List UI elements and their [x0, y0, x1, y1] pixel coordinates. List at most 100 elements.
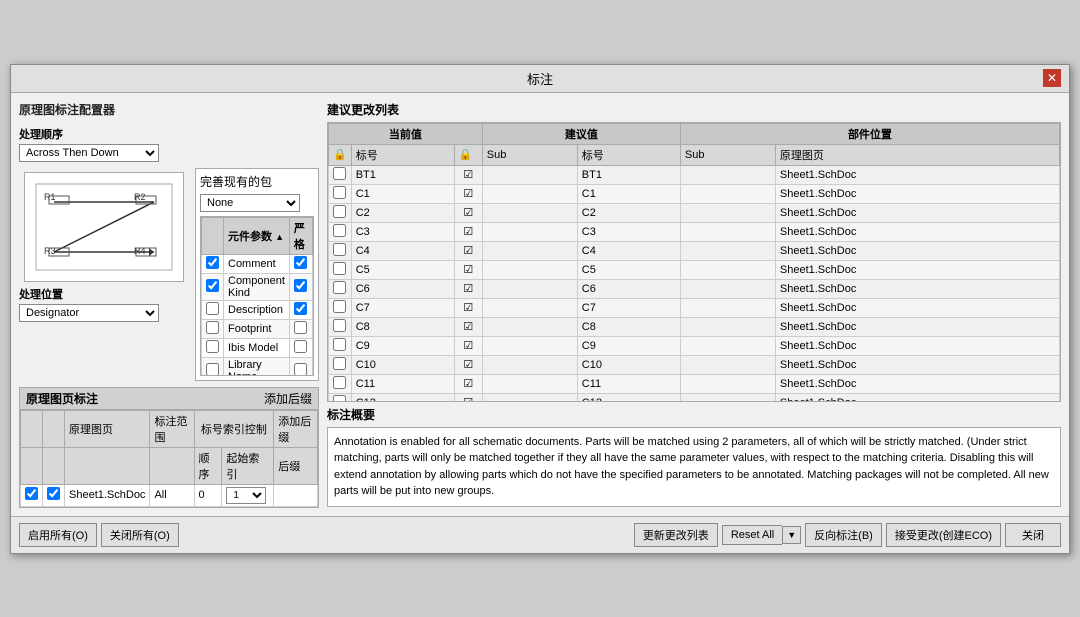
row-sheet: Sheet1.SchDoc — [775, 260, 1059, 279]
col-param-header: 元件参数 ▲ — [224, 217, 290, 254]
row-lock-checkbox[interactable] — [333, 376, 346, 389]
row-current-desig: C5 — [351, 260, 454, 279]
param-strict-checkbox[interactable] — [294, 363, 307, 376]
page-row: Sheet1.SchDoc All 0 1210 — [21, 484, 318, 506]
row-lock-checkbox[interactable] — [333, 186, 346, 199]
complete-pkg-select[interactable]: None All Current — [200, 194, 300, 212]
param-checkbox[interactable] — [206, 279, 219, 292]
row-lock-checkbox[interactable] — [333, 281, 346, 294]
window-title: 标注 — [37, 69, 1043, 88]
reset-all-main-button[interactable]: Reset All — [722, 525, 782, 545]
param-checkbox[interactable] — [206, 363, 219, 376]
param-checkbox[interactable] — [206, 302, 219, 315]
row-current-desig: C8 — [351, 317, 454, 336]
order-select[interactable]: Across Then Down Down Then Across Up The… — [19, 144, 159, 162]
page-start-select[interactable]: 1210 — [226, 487, 266, 504]
complete-pkg-label: 完善现有的包 — [200, 173, 272, 190]
row-lock-checkbox[interactable] — [333, 395, 346, 402]
check-icon: ☑ — [463, 397, 473, 402]
row-suggested-sub — [680, 374, 775, 393]
param-checkbox[interactable] — [206, 340, 219, 353]
param-strict-checkbox[interactable] — [294, 340, 307, 353]
row-sheet: Sheet1.SchDoc — [775, 336, 1059, 355]
row-suggested-sub — [680, 279, 775, 298]
accept-changes-button[interactable]: 接受更改(创建ECO) — [886, 523, 1001, 547]
param-strict-checkbox[interactable] — [294, 302, 307, 315]
col-sheet2 — [65, 447, 150, 484]
row-lock-checkbox[interactable] — [333, 224, 346, 237]
row-lock-checkbox[interactable] — [333, 262, 346, 275]
change-row: C8 ☑ C8 Sheet1.SchDoc — [329, 317, 1060, 336]
enable-all-button[interactable]: 启用所有(O) — [19, 523, 97, 547]
row-current-desig: C7 — [351, 298, 454, 317]
pages-section: 原理图页标注 添加后缀 原理图页 标注范围 标号索引控制 添加后缀 — [19, 387, 319, 508]
param-checkbox[interactable] — [206, 321, 219, 334]
row-lock-checkbox[interactable] — [333, 319, 346, 332]
update-list-button[interactable]: 更新更改列表 — [634, 523, 718, 547]
row-sheet: Sheet1.SchDoc — [775, 165, 1059, 184]
col-suggested-header: 建议值 — [482, 123, 680, 144]
page-enabled-checkbox[interactable] — [47, 487, 60, 500]
row-sheet: Sheet1.SchDoc — [775, 184, 1059, 203]
page-visible-checkbox[interactable] — [25, 487, 38, 500]
annotator-title: 原理图标注配置器 — [19, 101, 319, 118]
close-all-button[interactable]: 关闭所有(O) — [101, 523, 179, 547]
check-icon: ☑ — [463, 302, 473, 314]
row-sheet: Sheet1.SchDoc — [775, 203, 1059, 222]
param-name: Library Name — [224, 357, 290, 376]
row-suggested-desig: C9 — [577, 336, 680, 355]
row-lock-checkbox[interactable] — [333, 300, 346, 313]
col-lock-cur: 🔒 — [329, 144, 352, 165]
col-en2 — [43, 447, 65, 484]
col-suffix: 添加后缀 — [274, 410, 318, 447]
row-current-sub — [482, 374, 577, 393]
close-window-button[interactable]: ✕ — [1043, 69, 1061, 87]
col-current-header: 当前值 — [329, 123, 483, 144]
param-strict-checkbox[interactable] — [294, 321, 307, 334]
row-lock-checkbox[interactable] — [333, 243, 346, 256]
order-label: 处理顺序 — [19, 126, 159, 142]
row-current-desig: BT1 — [351, 165, 454, 184]
position-select[interactable]: Designator Position Alpha — [19, 304, 159, 322]
row-lock-checkbox[interactable] — [333, 338, 346, 351]
row-current-sub — [482, 298, 577, 317]
param-strict-checkbox[interactable] — [294, 256, 307, 269]
col-vis2 — [21, 447, 43, 484]
title-bar: 标注 ✕ — [11, 65, 1069, 93]
row-current-desig: C10 — [351, 355, 454, 374]
row-suggested-desig: C6 — [577, 279, 680, 298]
row-lock-checkbox[interactable] — [333, 357, 346, 370]
row-current-desig: C12 — [351, 393, 454, 402]
change-row: C11 ☑ C11 Sheet1.SchDoc — [329, 374, 1060, 393]
param-name: Component Kind — [224, 273, 290, 300]
row-current-sub — [482, 260, 577, 279]
param-checkbox[interactable] — [206, 256, 219, 269]
row-lock-checkbox[interactable] — [333, 167, 346, 180]
param-row: Component Kind — [202, 273, 313, 300]
page-suffix — [274, 484, 318, 506]
param-name: Comment — [224, 254, 290, 273]
params-table: 元件参数 ▲ 严格 Comment Component Kind Descrip… — [201, 217, 313, 376]
row-current-desig: C11 — [351, 374, 454, 393]
row-current-desig: C9 — [351, 336, 454, 355]
check-icon: ☑ — [463, 283, 473, 295]
col-start: 起始索引 — [222, 447, 274, 484]
changes-table-wrapper: 当前值 建议值 部件位置 🔒 标号 🔒 Sub 标号 Sub 原理图页 — [327, 122, 1061, 402]
row-sheet: Sheet1.SchDoc — [775, 355, 1059, 374]
check-icon: ☑ — [463, 245, 473, 257]
reset-all-arrow-button[interactable]: ▼ — [782, 526, 801, 544]
row-lock-checkbox[interactable] — [333, 205, 346, 218]
param-row: Library Name — [202, 357, 313, 376]
row-sheet: Sheet1.SchDoc — [775, 374, 1059, 393]
row-suggested-desig: C12 — [577, 393, 680, 402]
row-current-sub — [482, 317, 577, 336]
row-suggested-desig: C5 — [577, 260, 680, 279]
col-lock-cur2: 🔒 — [454, 144, 482, 165]
check-icon: ☑ — [463, 264, 473, 276]
row-suggested-desig: C10 — [577, 355, 680, 374]
param-strict-checkbox[interactable] — [294, 279, 307, 292]
close-button[interactable]: 关闭 — [1005, 523, 1061, 547]
col-check-header — [202, 217, 224, 254]
reverse-annotate-button[interactable]: 反向标注(B) — [805, 523, 882, 547]
check-icon: ☑ — [463, 169, 473, 181]
